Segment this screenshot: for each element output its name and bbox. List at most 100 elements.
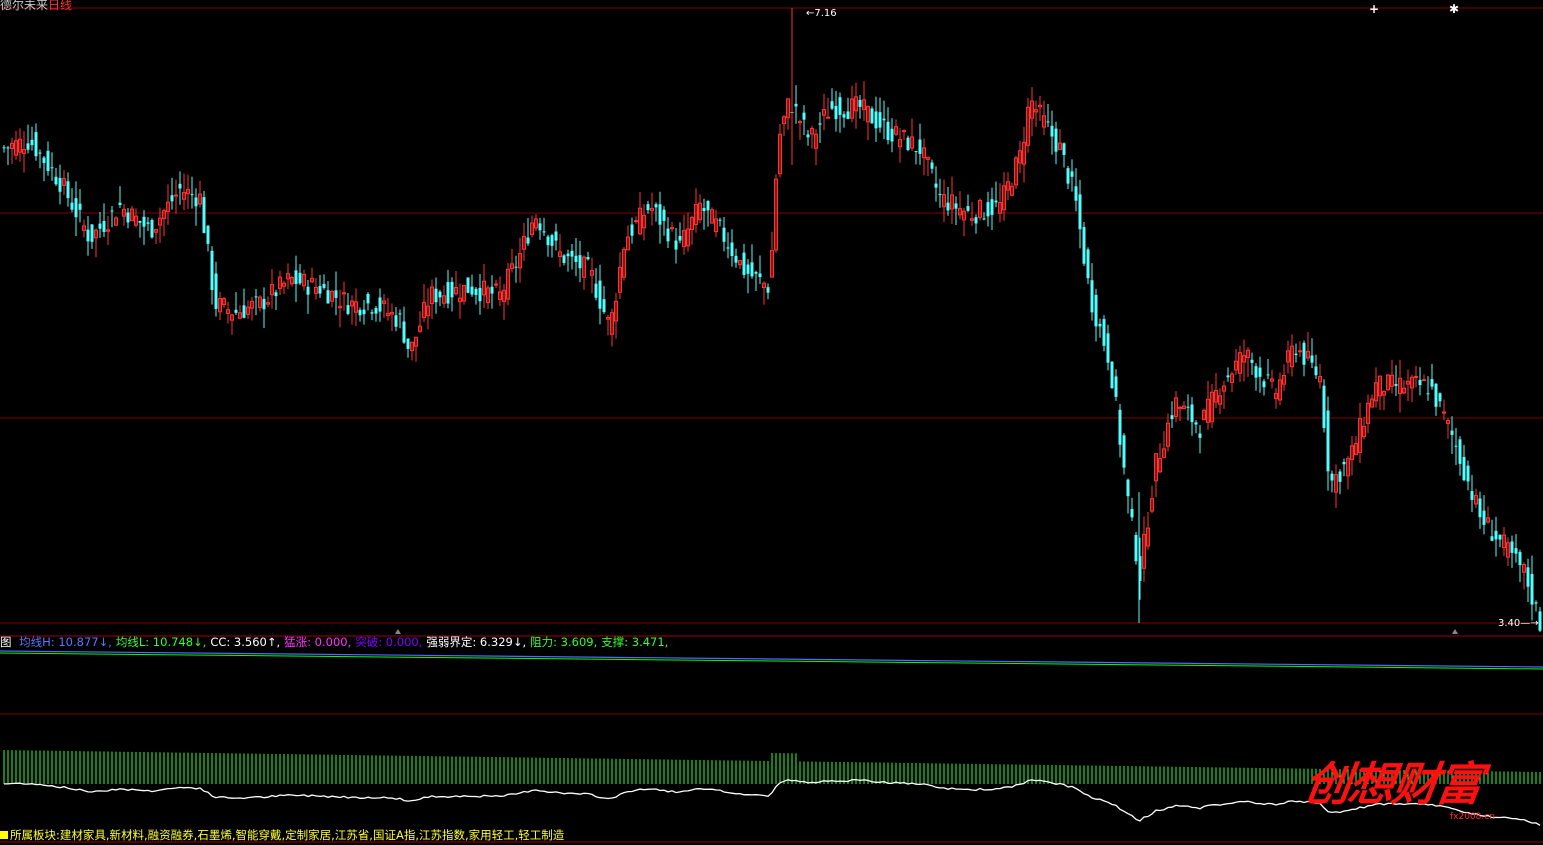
candle-body — [466, 277, 470, 293]
candle-body — [1430, 379, 1434, 387]
candle-body — [326, 290, 330, 304]
candle-body — [654, 204, 658, 208]
candle-body — [718, 219, 722, 221]
candle-body — [874, 111, 878, 129]
candle-body — [1458, 439, 1462, 464]
candle-body — [542, 231, 546, 233]
candle-body — [1478, 498, 1482, 518]
candle-body — [982, 218, 986, 220]
candle-body — [1298, 350, 1302, 353]
candle-body — [826, 116, 830, 119]
candle-body — [1070, 171, 1074, 177]
candle-body — [1526, 567, 1530, 587]
candle-body — [1186, 406, 1190, 408]
candle-body — [1078, 194, 1082, 230]
candle-body — [742, 252, 746, 275]
candle-body — [990, 199, 994, 215]
sector-label: 所属板块: — [10, 828, 60, 842]
candle-body — [646, 204, 650, 211]
candle-body — [1310, 355, 1314, 363]
asterisk-icon[interactable]: ✱ — [1449, 2, 1459, 16]
candle-body — [930, 162, 934, 169]
candle-body — [1266, 374, 1270, 376]
candle-body — [546, 236, 550, 246]
candle-body — [1422, 379, 1426, 382]
candle-body — [1086, 249, 1090, 279]
candle-body — [906, 137, 910, 151]
indicator-item: 阻力: 3.609, — [530, 635, 598, 649]
candle-body — [30, 139, 34, 146]
candle-body — [634, 220, 638, 223]
candle-body — [794, 103, 798, 107]
stock-chart-window: ←7.16 3.40—→ 德尔未来日线 + ✱ 图 均线H: 10.877↓, 均线… — [0, 0, 1543, 845]
candle-body — [1194, 422, 1198, 425]
candle-body — [870, 108, 874, 124]
candle-body — [170, 195, 174, 202]
candle-body — [934, 183, 938, 188]
candle-body — [1262, 381, 1266, 388]
candle-body — [858, 99, 862, 107]
candle-body — [818, 123, 822, 125]
candle-body — [1170, 415, 1174, 420]
candle-body — [1126, 479, 1130, 497]
candle-body — [46, 150, 50, 172]
candle-body — [446, 282, 450, 304]
candle-body — [1442, 411, 1446, 414]
chart-canvas[interactable]: ←7.16 3.40—→ — [0, 0, 1543, 845]
candle-body — [66, 181, 70, 199]
candle-body — [190, 194, 194, 196]
candle-body — [434, 288, 438, 303]
candle-body — [746, 264, 750, 274]
candle-body — [214, 273, 218, 309]
candle-body — [438, 291, 442, 298]
candle-body — [1322, 385, 1326, 428]
candle-body — [1338, 471, 1342, 482]
candle-body — [630, 224, 634, 236]
candle-body — [1090, 280, 1094, 313]
indicator-item: 猛涨: 0.000, — [284, 635, 352, 649]
candle-body — [1434, 383, 1438, 407]
candle-body — [594, 283, 598, 298]
candle-body — [798, 121, 802, 124]
candle-body — [914, 151, 918, 153]
candle-body — [1330, 473, 1334, 481]
indicator-bar: 图 均线H: 10.877↓, 均线L: 10.748↓, CC: 3.560↑, 猛… — [0, 634, 668, 650]
candle-body — [1114, 376, 1118, 397]
candle-body — [1062, 143, 1066, 155]
candle-body — [1190, 404, 1194, 423]
candle-body — [1046, 121, 1050, 123]
candle-body — [722, 227, 726, 242]
candle-body — [26, 143, 30, 150]
cross-icon[interactable]: + — [1369, 2, 1379, 16]
candle-body — [1066, 168, 1070, 184]
candle-body — [1302, 342, 1306, 365]
candle-body — [886, 121, 890, 141]
candle-body — [966, 206, 970, 211]
ma-l-line — [0, 652, 1543, 670]
candle-body — [86, 229, 90, 242]
candle-body — [42, 157, 46, 163]
candle-body — [394, 315, 398, 327]
candle-body — [1178, 406, 1182, 409]
candle-body — [194, 197, 198, 207]
candle-body — [150, 220, 154, 238]
candle-body — [726, 247, 730, 249]
candle-body — [6, 147, 10, 149]
sector-list: 建材家具,新材料,融资融券,石墨烯,智能穿戴,定制家居,江苏省,国证A指,江苏指… — [59, 828, 565, 842]
candle-body — [318, 286, 322, 294]
candle-body — [54, 176, 58, 185]
candle-body — [78, 203, 82, 210]
candle-body — [490, 286, 494, 294]
indicator-item: 突破: 0.000, — [355, 635, 423, 649]
high-price-label: ←7.16 — [806, 8, 837, 19]
candlestick-series[interactable] — [2, 8, 1542, 632]
candle-body — [362, 309, 366, 315]
candle-body — [70, 202, 74, 210]
candle-body — [274, 292, 278, 297]
candle-body — [514, 266, 518, 268]
candle-body — [1326, 410, 1330, 472]
candle-body — [1438, 393, 1442, 402]
candle-body — [1414, 375, 1418, 378]
candle-body — [734, 255, 738, 263]
candle-body — [1102, 319, 1106, 346]
